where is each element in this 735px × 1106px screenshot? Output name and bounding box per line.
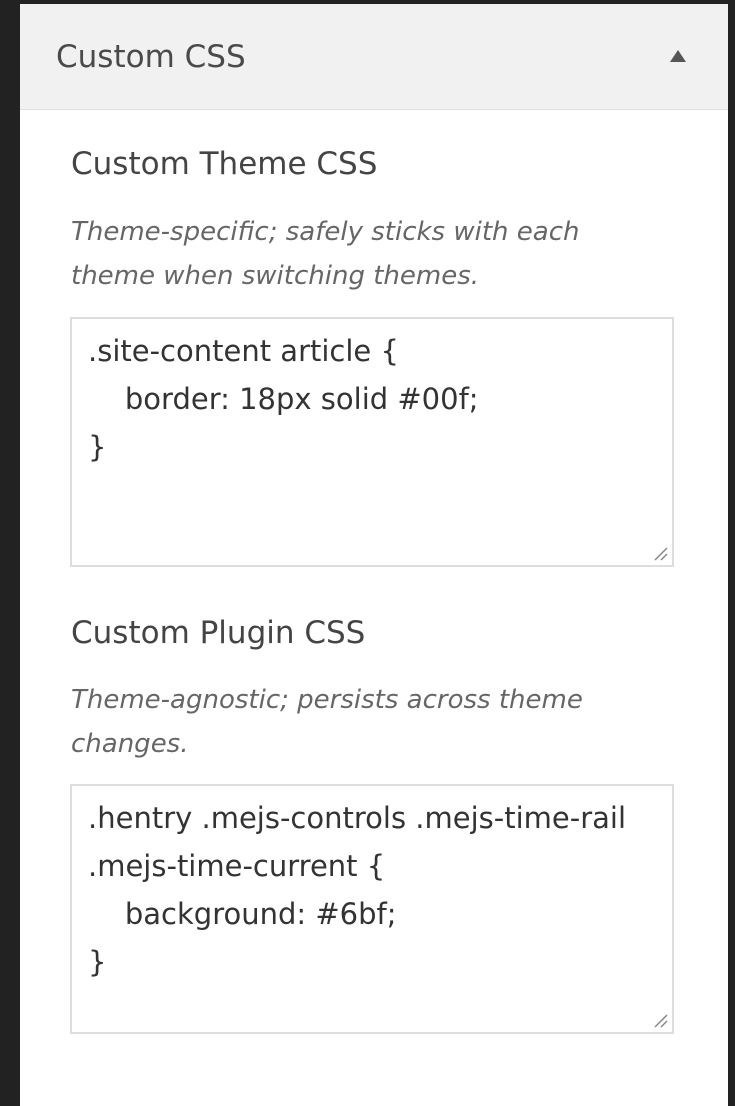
resize-handle-icon[interactable] — [652, 1012, 668, 1028]
theme-css-description: Theme-specific; safely sticks with each … — [71, 217, 580, 291]
theme-css-editor[interactable]: .site-content article { border: 18px sol… — [70, 317, 674, 567]
theme-css-textarea[interactable]: .site-content article { border: 18px sol… — [88, 327, 660, 471]
plugin-css-description: Theme-agnostic; persists across theme ch… — [71, 685, 583, 759]
plugin-css-textarea[interactable]: .hentry .mejs-controls .mejs-time-rail .… — [88, 794, 660, 986]
resize-handle-icon[interactable] — [652, 545, 668, 561]
plugin-css-title: Custom Plugin CSS — [71, 615, 366, 651]
plugin-css-editor[interactable]: .hentry .mejs-controls .mejs-time-rail .… — [70, 784, 674, 1034]
theme-css-title: Custom Theme CSS — [71, 146, 378, 182]
collapse-toggle-button[interactable] — [660, 38, 696, 74]
custom-css-panel: Custom CSS Custom Theme CSS Theme-specif… — [20, 4, 728, 1106]
triangle-up-icon — [670, 50, 686, 62]
panel-title: Custom CSS — [56, 39, 246, 75]
panel-header[interactable]: Custom CSS — [20, 4, 728, 110]
